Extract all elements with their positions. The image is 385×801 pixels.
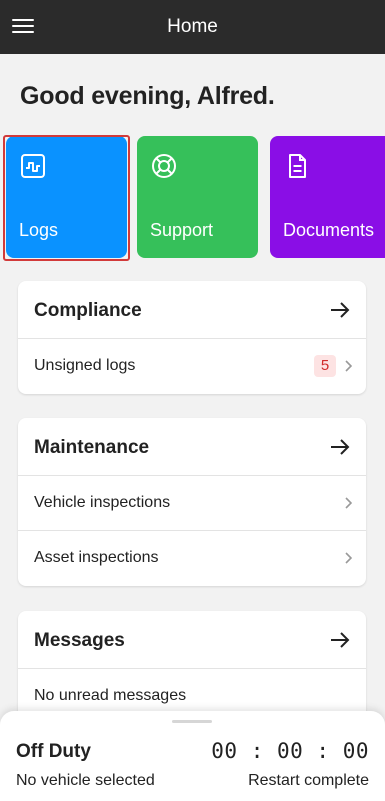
sheet-drag-handle[interactable] — [172, 720, 212, 723]
chevron-right-icon — [345, 497, 352, 509]
unsigned-logs-label: Unsigned logs — [34, 357, 136, 374]
messages-title: Messages — [34, 630, 125, 651]
chevron-right-icon — [345, 360, 352, 372]
arrow-right-icon — [331, 302, 350, 318]
duty-timer: 00 : 00 : 00 — [211, 739, 369, 763]
document-icon — [289, 154, 306, 178]
maintenance-title: Maintenance — [34, 437, 150, 458]
support-tile-label: Support — [150, 220, 214, 240]
messages-header[interactable]: Messages — [18, 611, 366, 669]
unsigned-logs-count-badge: 5 — [314, 355, 336, 377]
arrow-right-icon — [331, 632, 350, 648]
documents-tile[interactable]: Documents — [270, 136, 385, 258]
quick-action-tiles: Logs Support Documents — [0, 136, 385, 258]
messages-card: Messages No unread messages — [18, 611, 366, 724]
logs-icon — [21, 154, 45, 178]
unsigned-logs-row[interactable]: Unsigned logs 5 — [18, 339, 366, 394]
maintenance-card: Maintenance Vehicle inspections Asset in… — [18, 418, 366, 586]
no-unread-messages-label: No unread messages — [34, 687, 187, 704]
duty-status: Off Duty — [16, 741, 91, 762]
compliance-header[interactable]: Compliance — [18, 281, 366, 339]
maintenance-header[interactable]: Maintenance — [18, 418, 366, 476]
lifebuoy-icon — [152, 154, 176, 178]
compliance-card: Compliance Unsigned logs 5 — [18, 281, 366, 394]
logs-tile[interactable]: Logs — [6, 136, 127, 258]
vehicle-status: No vehicle selected — [16, 772, 155, 789]
documents-tile-label: Documents — [283, 220, 375, 240]
duty-status-sheet[interactable]: Off Duty 00 : 00 : 00 No vehicle selecte… — [0, 711, 385, 801]
logs-tile-label: Logs — [19, 220, 59, 240]
arrow-right-icon — [331, 439, 350, 455]
vehicle-inspections-row[interactable]: Vehicle inspections — [18, 476, 366, 531]
greeting-text: Good evening, Alfred. — [20, 82, 275, 110]
restart-status: Restart complete — [248, 772, 369, 789]
vehicle-inspections-label: Vehicle inspections — [34, 494, 171, 511]
chevron-right-icon — [345, 552, 352, 564]
compliance-title: Compliance — [34, 300, 142, 321]
asset-inspections-label: Asset inspections — [34, 549, 159, 566]
top-app-bar: Home — [0, 0, 385, 54]
page-title: Home — [167, 16, 218, 37]
support-tile[interactable]: Support — [137, 136, 258, 258]
asset-inspections-row[interactable]: Asset inspections — [18, 531, 366, 586]
